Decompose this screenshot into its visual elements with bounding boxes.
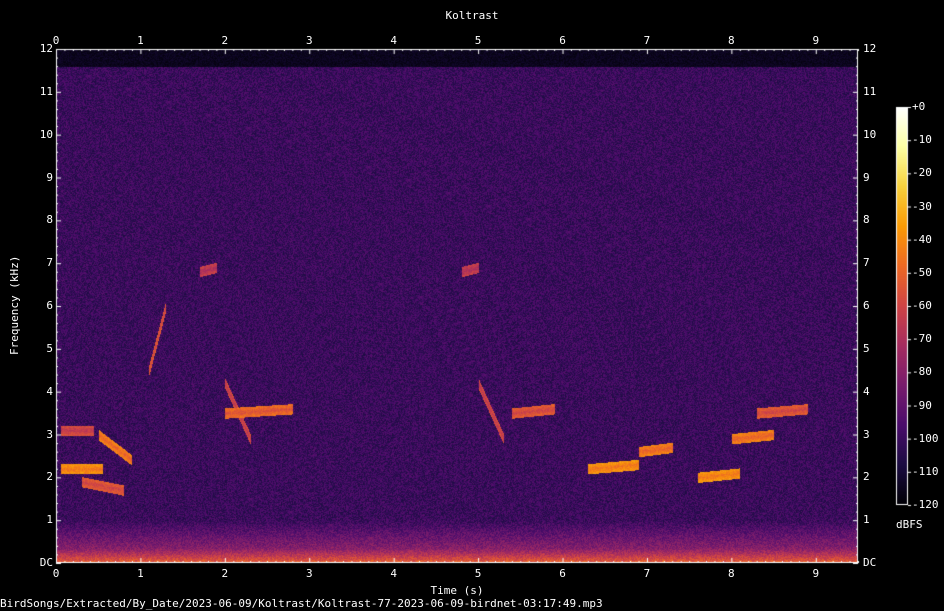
y-tick-right: 7 — [863, 256, 870, 270]
colorbar-tick: -10 — [912, 133, 932, 147]
colorbar-tick: -90 — [912, 398, 932, 412]
colorbar-tick: +0 — [912, 100, 926, 113]
y-tick-left: 12 — [39, 42, 53, 55]
x-tick-bottom: 2 — [221, 567, 229, 580]
colorbar-tick: -20 — [912, 166, 932, 180]
y-tick-left: 9 — [46, 170, 53, 184]
x-tick-top: 4 — [390, 34, 397, 47]
x-tick-top: 5 — [474, 34, 482, 47]
source-filename: BirdSongs/Extracted/By_Date/2023-06-09/K… — [0, 597, 603, 610]
y-tick-left: 1 — [46, 513, 53, 527]
x-tick-bottom: 6 — [559, 567, 566, 580]
x-tick-top: 7 — [643, 34, 651, 47]
colorbar-tick: -80 — [912, 365, 932, 379]
y-tick-right: DC — [863, 556, 877, 569]
chart-title: Koltrast — [445, 9, 499, 22]
y-tick-left: 5 — [46, 341, 53, 355]
x-tick-bottom: 8 — [728, 567, 735, 580]
colorbar-tick: -30 — [912, 199, 932, 213]
x-tick-bottom: 4 — [390, 567, 397, 580]
y-tick-left: DC — [39, 556, 53, 569]
y-tick-left: 6 — [46, 299, 53, 312]
x-tick-bottom: 9 — [812, 567, 820, 580]
x-tick-top: 6 — [559, 34, 566, 47]
x-tick-bottom: 1 — [137, 567, 144, 580]
spectrogram-canvas — [0, 0, 944, 611]
y-tick-right: 4 — [863, 384, 870, 398]
y-tick-right: 3 — [863, 427, 870, 441]
colorbar-tick: -60 — [912, 299, 932, 312]
y-tick-right: 12 — [863, 42, 877, 55]
x-tick-bottom: 3 — [305, 567, 313, 580]
colorbar-tick: -110 — [912, 464, 939, 478]
y-tick-right: 8 — [863, 213, 870, 227]
y-tick-left: 4 — [46, 384, 53, 398]
x-tick-top: 3 — [305, 34, 313, 47]
x-axis-label: Time (s) — [430, 584, 484, 597]
colorbar-tick: -40 — [912, 232, 932, 246]
colorbar-tick: -120 — [912, 498, 939, 511]
x-tick-top: 2 — [221, 34, 229, 47]
x-tick-bottom: 7 — [643, 567, 651, 580]
y-tick-left: 10 — [39, 127, 53, 141]
colorbar-tick: -100 — [912, 431, 939, 445]
x-tick-bottom: 0 — [52, 567, 60, 580]
colorbar-tick: -70 — [912, 332, 932, 346]
y-tick-right: 5 — [863, 341, 870, 355]
y-tick-left: 2 — [46, 470, 53, 484]
y-tick-right: 11 — [863, 84, 877, 98]
y-tick-right: 1 — [863, 513, 870, 527]
x-tick-bottom: 5 — [474, 567, 482, 580]
x-tick-top: 9 — [812, 34, 820, 47]
y-tick-left: 8 — [46, 213, 53, 227]
y-tick-left: 11 — [39, 84, 53, 98]
x-tick-top: 8 — [728, 34, 735, 47]
colorbar-unit-label: dBFS — [896, 518, 923, 531]
y-tick-left: 7 — [46, 256, 53, 270]
x-tick-top: 1 — [137, 34, 144, 47]
y-tick-right: 9 — [863, 170, 870, 184]
y-tick-right: 2 — [863, 470, 870, 484]
colorbar-tick: -50 — [912, 265, 932, 279]
y-tick-left: 3 — [46, 427, 53, 441]
y-tick-right: 10 — [863, 127, 877, 141]
y-tick-right: 6 — [863, 299, 870, 312]
